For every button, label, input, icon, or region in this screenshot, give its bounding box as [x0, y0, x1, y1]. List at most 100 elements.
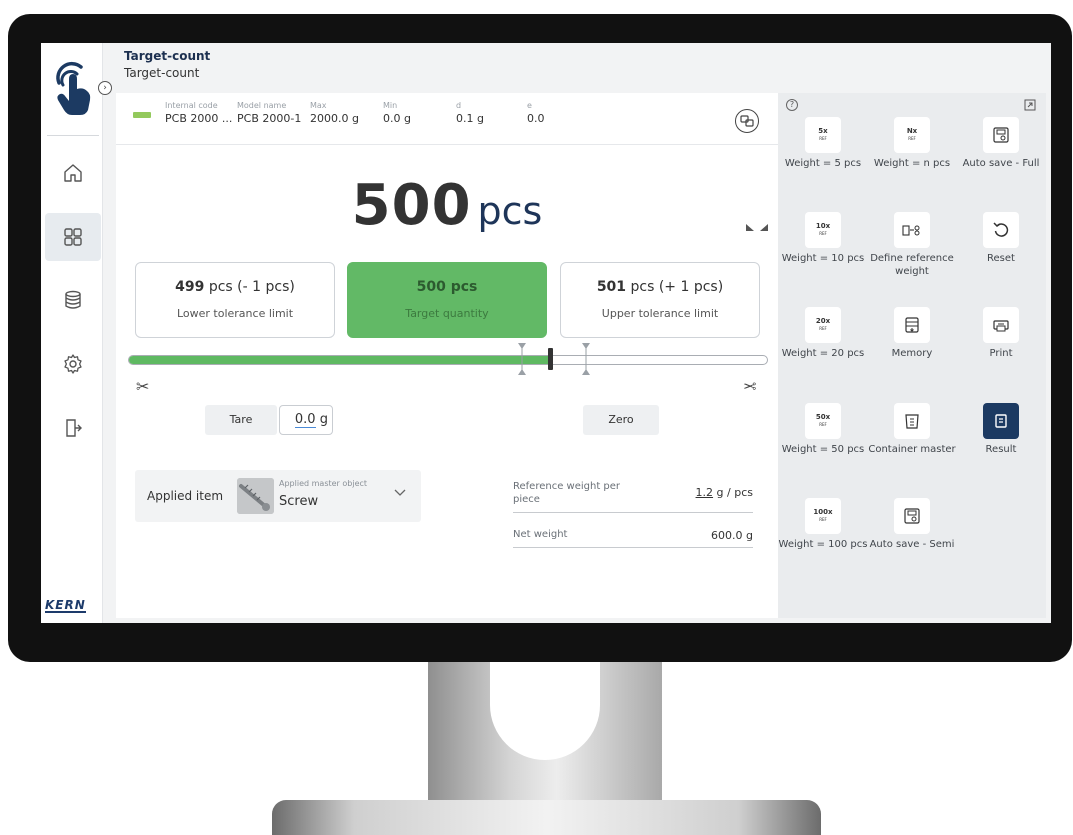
info-value: PCB 2000 ...	[165, 112, 233, 125]
monitor-mockup: KERN › Target-count Target-count Interna…	[0, 0, 1073, 835]
info-label: Model name	[237, 101, 287, 110]
container-master-button[interactable]: Container master	[867, 403, 957, 456]
container-icon	[894, 403, 930, 439]
auto-save-semi-button[interactable]: Auto save - Semi	[867, 498, 957, 551]
info-value: 0.0	[527, 112, 545, 125]
result-icon	[983, 403, 1019, 439]
weight-5-pcs-button[interactable]: 5x REF Weight = 5 pcs	[778, 117, 868, 170]
applied-item-label: Applied item	[147, 489, 224, 503]
weight-50-pcs-button[interactable]: 50x REF Weight = 50 pcs	[778, 403, 868, 456]
reset-button[interactable]: Reset	[956, 212, 1046, 265]
home-icon	[64, 164, 82, 182]
info-label: e	[527, 101, 532, 110]
nav-applications[interactable]	[45, 213, 101, 261]
print-button[interactable]: Print	[956, 307, 1046, 360]
switch-balance-button[interactable]	[735, 109, 759, 133]
info-model-name: Model name PCB 2000-1	[237, 101, 301, 125]
readout-value: 500	[351, 173, 472, 238]
auto-save-full-button[interactable]: Auto save - Full	[956, 117, 1046, 170]
info-label: Min	[383, 101, 398, 110]
applied-item-selector[interactable]: Applied item Applied master object Screw	[135, 470, 421, 522]
database-icon	[65, 290, 81, 309]
nav-collapse-button[interactable]: ›	[98, 81, 112, 95]
memory-button[interactable]: Memory	[867, 307, 957, 360]
define-reference-icon	[894, 212, 930, 248]
lower-tolerance-count: 499	[175, 279, 205, 295]
nav-database[interactable]	[45, 276, 101, 324]
expand-panel-icon[interactable]	[1024, 99, 1036, 111]
reset-icon	[983, 212, 1019, 248]
nx-ref-icon: Nx REF	[894, 117, 930, 153]
zero-button[interactable]: Zero	[583, 405, 659, 435]
button-label: Container master	[868, 444, 956, 455]
reference-weight-row: Reference weight per piece 1.2 g / pcs	[513, 480, 753, 513]
tare-value-field[interactable]: 0.0 g	[279, 405, 333, 435]
weight-10-pcs-button[interactable]: 10x REF Weight = 10 pcs	[778, 212, 868, 265]
lower-tolerance-delta: pcs (- 1 pcs)	[208, 279, 295, 295]
20x-ref-icon: 20x REF	[805, 307, 841, 343]
chevron-down-icon	[394, 489, 406, 496]
lower-limit-marker-icon	[518, 343, 526, 375]
result-button[interactable]: Result	[956, 403, 1046, 456]
nav-home[interactable]	[45, 149, 101, 197]
button-label: Print	[989, 348, 1013, 359]
grid-apps-icon	[64, 228, 82, 246]
button-label: Weight = 20 pcs	[781, 348, 865, 359]
info-value: PCB 2000-1	[237, 112, 302, 125]
50x-ref-icon: 50x REF	[805, 403, 841, 439]
target-quantity-box: 500 pcs Target quantity	[347, 262, 547, 338]
page-header: Target-count Target-count	[124, 49, 210, 80]
net-weight-label: Net weight	[513, 529, 568, 540]
button-label: Define reference weight	[870, 253, 954, 277]
button-label: Weight = n pcs	[873, 158, 951, 169]
define-reference-weight-button[interactable]: Define reference weight	[867, 212, 957, 278]
button-label: Auto save - Semi	[869, 539, 955, 550]
weight-20-pcs-button[interactable]: 20x REF Weight = 20 pcs	[778, 307, 868, 360]
nav-logout[interactable]	[45, 404, 101, 452]
weight-readout: 500 pcs	[116, 173, 778, 238]
nav-separator	[47, 135, 99, 136]
info-e: e 0.0	[527, 101, 545, 125]
10x-ref-icon: 10x REF	[805, 212, 841, 248]
lower-tolerance-label: Lower tolerance limit	[176, 307, 294, 320]
page-subtitle: Target-count	[124, 66, 200, 80]
upper-limit-marker-icon	[582, 343, 590, 375]
collapse-display-icon[interactable]	[745, 222, 769, 232]
nav-settings[interactable]	[45, 340, 101, 388]
info-max: Max 2000.0 g	[310, 101, 359, 125]
applied-item-sublabel: Applied master object	[279, 479, 368, 488]
save-device-icon	[894, 498, 930, 534]
weight-n-pcs-button[interactable]: Nx REF Weight = n pcs	[867, 117, 957, 170]
exit-door-icon	[66, 419, 82, 437]
net-weight-value: 600.0 g	[711, 529, 753, 542]
target-quantity-value: 500 pcs	[416, 279, 478, 295]
net-weight-row: Net weight 600.0 g	[513, 527, 753, 548]
scissors-left-icon: ✂	[136, 377, 150, 396]
reference-weight-label: Reference weight per piece	[513, 481, 621, 505]
info-internal-code: Internal code PCB 2000 ...	[165, 101, 232, 125]
target-quantity-label: Target quantity	[405, 307, 489, 320]
reference-weight-value: 1.2 g / pcs	[696, 486, 753, 499]
applied-item-value: Screw	[279, 494, 319, 509]
main-panel: Internal code PCB 2000 ... Model name PC…	[116, 93, 778, 618]
info-value: 2000.0 g	[310, 112, 359, 125]
button-label: Weight = 5 pcs	[784, 158, 862, 169]
weight-100-pcs-button[interactable]: 100x REF Weight = 100 pcs	[778, 498, 868, 551]
button-label: Result	[985, 444, 1017, 455]
info-label: Internal code	[165, 101, 218, 110]
lower-tolerance-box: 499 pcs (- 1 pcs) Lower tolerance limit	[135, 262, 335, 338]
tare-unit: g	[319, 412, 328, 427]
button-label: Auto save - Full	[962, 158, 1040, 169]
current-value-marker	[548, 348, 554, 370]
button-label: Weight = 50 pcs	[781, 444, 865, 455]
tare-button[interactable]: Tare	[205, 405, 277, 435]
upper-tolerance-label: Upper tolerance limit	[601, 307, 719, 320]
reference-weight-unit: g / pcs	[713, 486, 753, 499]
page-title: Target-count	[124, 49, 211, 63]
switch-scale-icon	[740, 115, 754, 127]
chevron-right-icon: ›	[103, 83, 107, 93]
help-icon[interactable]: ?	[786, 99, 798, 111]
info-d: d 0.1 g	[456, 101, 484, 125]
balance-status-icon	[133, 112, 151, 118]
readout-unit: pcs	[477, 189, 543, 233]
